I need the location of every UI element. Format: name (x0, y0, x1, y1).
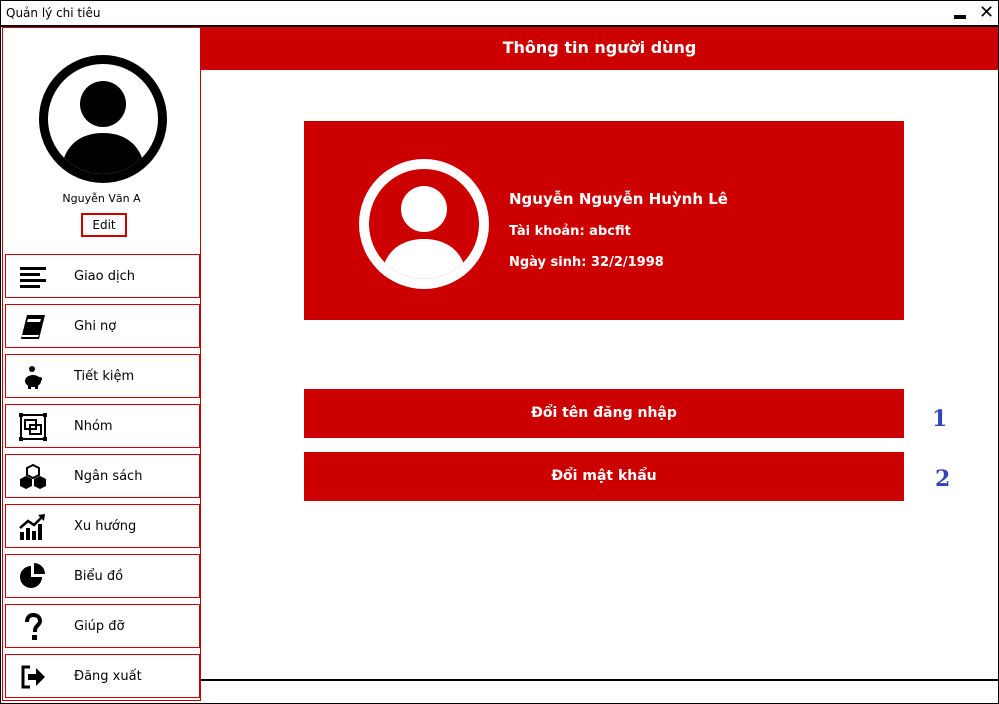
annotation-2: 2 (935, 466, 951, 492)
group-icon (19, 413, 47, 441)
sidebar-item-label: Ngân sách (74, 469, 143, 484)
list-icon (20, 267, 46, 288)
sidebar-item-label: Nhóm (74, 419, 113, 434)
sidebar-item-giao-dich[interactable]: Giao dịch (5, 254, 200, 298)
footer-divider (201, 679, 998, 681)
profile-birthdate: Ngày sinh: 32/2/1998 (509, 255, 664, 270)
pie-chart-icon (20, 563, 45, 588)
sidebar-item-ghi-no[interactable]: Ghi nợ (5, 304, 200, 348)
app-window: Quản lý chi tiêu ✕ Nguyễn Văn A Edit Gia… (0, 0, 999, 704)
sidebar-item-label: Đăng xuất (74, 669, 142, 684)
logout-icon (21, 665, 45, 689)
cubes-icon (20, 463, 46, 489)
user-avatar-icon (39, 55, 167, 183)
user-name: Nguyễn Văn A (62, 192, 141, 205)
user-profile: Nguyễn Văn A Edit (3, 28, 200, 250)
sidebar-item-label: Giúp đỡ (74, 619, 125, 634)
page-header: Thông tin người dùng (201, 27, 998, 70)
piggy-bank-icon (25, 366, 42, 389)
profile-full-name: Nguyễn Nguyễn Huỳnh Lê (509, 190, 728, 208)
edit-profile-button[interactable]: Edit (81, 213, 127, 237)
window-title: Quản lý chi tiêu (6, 6, 101, 20)
sidebar-item-xu-huong[interactable]: Xu hướng (5, 504, 200, 548)
sidebar-item-label: Ghi nợ (74, 319, 117, 334)
minimize-button[interactable] (954, 15, 966, 19)
sidebar-item-giup-do[interactable]: Giúp đỡ (5, 604, 200, 648)
sidebar-item-tiet-kiem[interactable]: Tiết kiệm (5, 354, 200, 398)
annotation-1: 1 (932, 406, 948, 432)
sidebar-item-ngan-sach[interactable]: Ngân sách (5, 454, 200, 498)
sidebar-item-bieu-do[interactable]: Biểu đồ (5, 554, 200, 598)
profile-account: Tài khoản: abcfit (509, 224, 631, 239)
sidebar-item-label: Biểu đồ (74, 569, 124, 584)
change-username-button[interactable]: Đổi tên đăng nhập (304, 389, 904, 438)
sidebar-item-dang-xuat[interactable]: Đăng xuất (5, 654, 200, 698)
sidebar-item-label: Xu hướng (74, 519, 137, 534)
sidebar-item-nhom[interactable]: Nhóm (5, 404, 200, 448)
sidebar-item-label: Giao dịch (74, 269, 135, 284)
trend-chart-icon (19, 514, 45, 540)
user-avatar-icon (359, 159, 489, 289)
sidebar: Nguyễn Văn A Edit Giao dịch Ghi nợ Tiết … (2, 27, 201, 701)
sidebar-item-label: Tiết kiệm (74, 369, 135, 384)
book-icon (21, 315, 45, 339)
title-bar: Quản lý chi tiêu ✕ (1, 1, 998, 27)
profile-card: Nguyễn Nguyễn Huỳnh Lê Tài khoản: abcfit… (304, 121, 904, 320)
change-password-button[interactable]: Đổi mật khẩu (304, 452, 904, 501)
close-button[interactable]: ✕ (979, 4, 994, 22)
page-title: Thông tin người dùng (502, 38, 697, 57)
question-icon (25, 612, 43, 640)
